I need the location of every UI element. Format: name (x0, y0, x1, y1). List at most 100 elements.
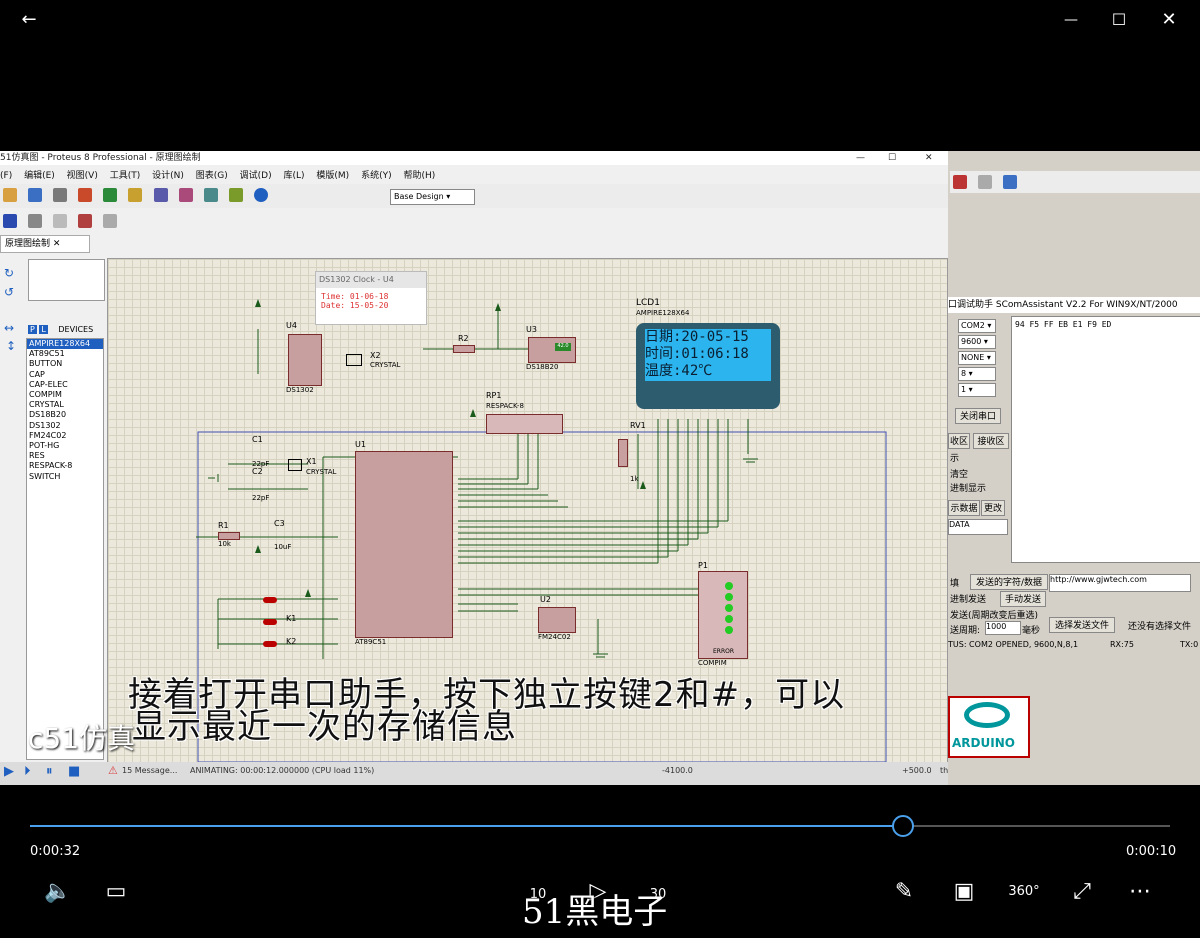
home-icon[interactable] (78, 188, 93, 202)
period-input[interactable]: 1000 (985, 621, 1021, 635)
ds18b20-chip[interactable]: 42.0 (528, 337, 576, 363)
binoculars-icon[interactable] (3, 214, 17, 228)
proteus-minimize-icon[interactable]: — (856, 151, 865, 165)
import-icon[interactable] (53, 188, 68, 202)
notes-icon[interactable] (228, 188, 243, 202)
back-button[interactable]: ← (6, 0, 52, 40)
menu-library[interactable]: 库(L) (283, 168, 304, 181)
menu-edit[interactable]: 编辑(E) (24, 168, 55, 181)
mirror-v-icon[interactable]: ↕ (6, 339, 16, 353)
save-icon[interactable] (28, 188, 43, 202)
r1-resistor[interactable] (218, 532, 240, 540)
compim-port[interactable]: ERROR (698, 571, 748, 659)
rotate-cw-icon[interactable]: ↻ (4, 266, 14, 280)
stop-sim-icon[interactable]: ■ (68, 764, 80, 779)
pcb-icon[interactable] (128, 188, 143, 202)
proteus-close-icon[interactable]: ✕ (925, 151, 933, 165)
maximize-button[interactable]: ☐ (1096, 0, 1142, 40)
list-item[interactable]: CAP-ELEC (27, 380, 103, 390)
proteus-maximize-icon[interactable]: ☐ (888, 151, 896, 165)
respack[interactable] (486, 414, 563, 434)
parity-select[interactable]: NONE ▾ (958, 351, 996, 365)
rotate-ccw-icon[interactable]: ↺ (4, 285, 14, 299)
menu-debug[interactable]: 调试(D) (240, 168, 272, 181)
360-button[interactable]: 360° (1006, 874, 1042, 910)
video-frame[interactable]: 51仿真图 - Proteus 8 Professional - 原理图绘制 —… (0, 151, 1200, 785)
gerber-icon[interactable] (153, 188, 168, 202)
list-item[interactable]: AT89C51 (27, 349, 103, 359)
close-button[interactable]: ✕ (1146, 0, 1192, 40)
open-icon[interactable] (3, 188, 17, 202)
pause-sim-icon[interactable]: ⏸ (46, 764, 53, 779)
list-item[interactable]: SWITCH (27, 472, 103, 482)
auto-send-checkbox[interactable]: 发送(周期改变后重选) (950, 608, 1038, 621)
list-item[interactable]: COMPIM (27, 390, 103, 400)
zoom-icon[interactable] (978, 175, 993, 189)
delete-icon[interactable] (953, 175, 967, 189)
r2-resistor[interactable] (453, 345, 475, 353)
tab-close-icon[interactable]: ✕ (53, 239, 61, 249)
x2-crystal[interactable] (346, 354, 362, 366)
ds1302-clock-popup[interactable]: DS1302 Clock - U4 Time: 01-06-18 Date: 1… (315, 271, 427, 325)
stopbits-select[interactable]: 1 ▾ (958, 383, 996, 397)
manual-send-button[interactable]: 手动发送 (1000, 591, 1046, 607)
select-file-button[interactable]: 选择发送文件 (1049, 617, 1115, 633)
list-item[interactable]: BUTTON (27, 359, 103, 369)
ds1302-chip[interactable] (288, 334, 322, 386)
send-input[interactable]: http://www.gjwtech.com (1049, 574, 1191, 592)
play-sim-icon[interactable]: ▶ (4, 764, 14, 779)
rv1-pot[interactable] (618, 439, 628, 467)
schematic-icon[interactable] (103, 188, 118, 202)
hex-show-checkbox[interactable]: 进制显示 (950, 481, 986, 494)
hex-send-checkbox[interactable]: 进制发送 (950, 592, 986, 605)
bom-icon[interactable] (178, 188, 193, 202)
tab-schematic[interactable]: 原理图绘制 ✕ (0, 235, 90, 253)
at89c51-chip[interactable] (355, 451, 453, 638)
databits-select[interactable]: 8 ▾ (958, 367, 996, 381)
close-port-button[interactable]: 关闭串口 (955, 408, 1001, 424)
overview-window[interactable] (28, 259, 105, 301)
show-data-button[interactable]: 示数据 (948, 500, 980, 516)
wire-tool-icon[interactable] (28, 214, 43, 228)
minimize-button[interactable]: — (1048, 0, 1094, 40)
button-switch[interactable] (263, 597, 277, 603)
mini-view-button[interactable]: ▣ (946, 874, 982, 910)
design-select[interactable]: Base Design ▾ (390, 189, 475, 205)
edit-button[interactable]: ✎ (886, 874, 922, 910)
button-k1[interactable] (263, 619, 277, 625)
menu-file[interactable]: (F) (0, 171, 12, 181)
send-chars-button[interactable]: 发送的字符/数据 (970, 574, 1048, 590)
list-item[interactable]: DS18B20 (27, 410, 103, 420)
pick-device-icon[interactable]: P (28, 325, 37, 334)
menu-template[interactable]: 模版(M) (316, 168, 349, 181)
menu-view[interactable]: 视图(V) (67, 168, 98, 181)
fm24c02-chip[interactable] (538, 607, 576, 633)
help-icon[interactable] (253, 188, 268, 202)
menu-design[interactable]: 设计(N) (152, 168, 184, 181)
receive-area[interactable]: 94 F5 FF EB E1 F9 ED (1011, 316, 1200, 563)
seek-thumb[interactable] (892, 815, 915, 837)
mirror-h-icon[interactable]: ↔ (4, 321, 14, 335)
library-icon[interactable]: L (39, 325, 48, 334)
clear-button[interactable]: 清空 (950, 467, 968, 480)
fullscreen-button[interactable]: ⤢ (1064, 874, 1100, 910)
list-item[interactable]: CAP (27, 370, 103, 380)
delete-sheet-icon[interactable] (78, 214, 93, 228)
x1-crystal[interactable] (288, 459, 302, 471)
edit-icon[interactable] (1003, 175, 1018, 189)
menu-help[interactable]: 帮助(H) (403, 168, 435, 181)
more-button[interactable]: ⋯ (1122, 874, 1158, 910)
list-item[interactable]: RES (27, 451, 103, 461)
new-sheet-icon[interactable] (53, 214, 68, 228)
messages-count[interactable]: 15 Message... (122, 766, 177, 775)
source-icon[interactable] (203, 188, 218, 202)
menu-tools[interactable]: 工具(T) (110, 168, 141, 181)
data-path-field[interactable]: DATA (948, 519, 1008, 535)
button-k2[interactable] (263, 641, 277, 647)
list-item[interactable]: DS1302 (27, 421, 103, 431)
recv-area-button[interactable]: 接收区 (973, 433, 1009, 449)
list-item[interactable]: POT-HG (27, 441, 103, 451)
port-select[interactable]: COM2 ▾ (958, 319, 996, 333)
list-item[interactable]: FM24C02 (27, 431, 103, 441)
change-button[interactable]: 更改 (981, 500, 1005, 516)
